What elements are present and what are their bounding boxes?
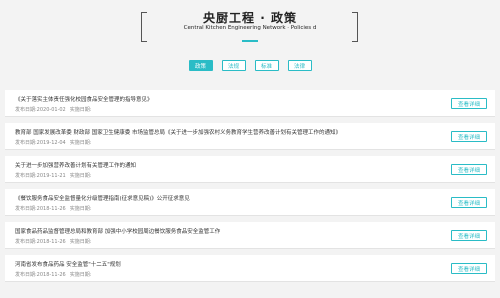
item-meta: 发布日期:2018-11-26 实施日期: [15,271,91,278]
publish-date: 发布日期:2019-11-21 [15,173,66,179]
view-details-button[interactable]: 查看详细 [451,98,487,109]
item-meta: 发布日期:2018-11-26 实施日期: [15,238,91,245]
view-details-button[interactable]: 查看详细 [451,164,487,175]
publish-date: 发布日期:2019-12-04 [15,140,66,146]
title-underline [242,40,258,42]
item-meta: 发布日期:2019-12-04 实施日期: [15,139,91,146]
page-header: 央厨工程 · 政策 Central Kitchen Engineering Ne… [0,0,500,56]
implement-date: 实施日期: [69,272,92,278]
view-details-button[interactable]: 查看详细 [451,263,487,274]
tab-standard[interactable]: 标准 [254,60,279,71]
view-details-button[interactable]: 查看详细 [451,197,487,208]
list-item: 教育部 国家发展改革委 财政部 国家卫生健康委 市场监管总局《关于进一步加强农村… [5,123,495,150]
right-bracket-decoration [352,12,358,42]
page-subtitle: Central Kitchen Engineering Network · Po… [183,25,317,31]
item-title[interactable]: 河南省发布食品药品 安全监管"十二五"规划 [15,260,425,268]
publish-date: 发布日期:2020-01-02 [15,107,66,113]
category-tabs: 政策 法规 标准 法律 [0,60,500,71]
publish-date: 发布日期:2018-11-26 [15,206,66,212]
item-title[interactable]: 《关于落实主体责任强化校园食品安全管理的指导意见》 [15,95,425,103]
implement-date: 实施日期: [69,239,92,245]
list-item: 关于进一步加强营养改善计划有关管理工作的通知 发布日期:2019-11-21 实施… [5,156,495,183]
item-meta: 发布日期:2019-11-21 实施日期: [15,172,91,179]
list-item: 《关于落实主体责任强化校园食品安全管理的指导意见》 发布日期:2020-01-0… [5,90,495,117]
tab-policy[interactable]: 政策 [188,60,213,71]
item-title[interactable]: 《餐饮服务食品安全监督量化分级管理指南(征求意见稿)》公开征求意见 [15,194,425,202]
publish-date: 发布日期:2018-11-26 [15,272,66,278]
implement-date: 实施日期: [69,107,92,113]
implement-date: 实施日期: [69,206,92,212]
view-details-button[interactable]: 查看详细 [451,230,487,241]
item-title[interactable]: 国家食品药品监督管理总局和教育部 加强中小学校园周边餐饮服务食品安全监管工作 [15,227,425,235]
implement-date: 实施日期: [69,173,92,179]
implement-date: 实施日期: [69,140,92,146]
policy-list: 《关于落实主体责任强化校园食品安全管理的指导意见》 发布日期:2020-01-0… [5,90,495,288]
tab-law[interactable]: 法律 [287,60,312,71]
item-title[interactable]: 教育部 国家发展改革委 财政部 国家卫生健康委 市场监管总局《关于进一步加强农村… [15,128,425,136]
item-meta: 发布日期:2018-11-26 实施日期: [15,205,91,212]
item-meta: 发布日期:2020-01-02 实施日期: [15,106,91,113]
list-item: 河南省发布食品药品 安全监管"十二五"规划 发布日期:2018-11-26 实施日… [5,255,495,282]
view-details-button[interactable]: 查看详细 [451,131,487,142]
page-title: 央厨工程 · 政策 [203,11,297,25]
tab-regulation[interactable]: 法规 [221,60,246,71]
list-item: 国家食品药品监督管理总局和教育部 加强中小学校园周边餐饮服务食品安全监管工作 发… [5,222,495,249]
publish-date: 发布日期:2018-11-26 [15,239,66,245]
item-title[interactable]: 关于进一步加强营养改善计划有关管理工作的通知 [15,161,425,169]
list-item: 《餐饮服务食品安全监督量化分级管理指南(征求意见稿)》公开征求意见 发布日期:2… [5,189,495,216]
